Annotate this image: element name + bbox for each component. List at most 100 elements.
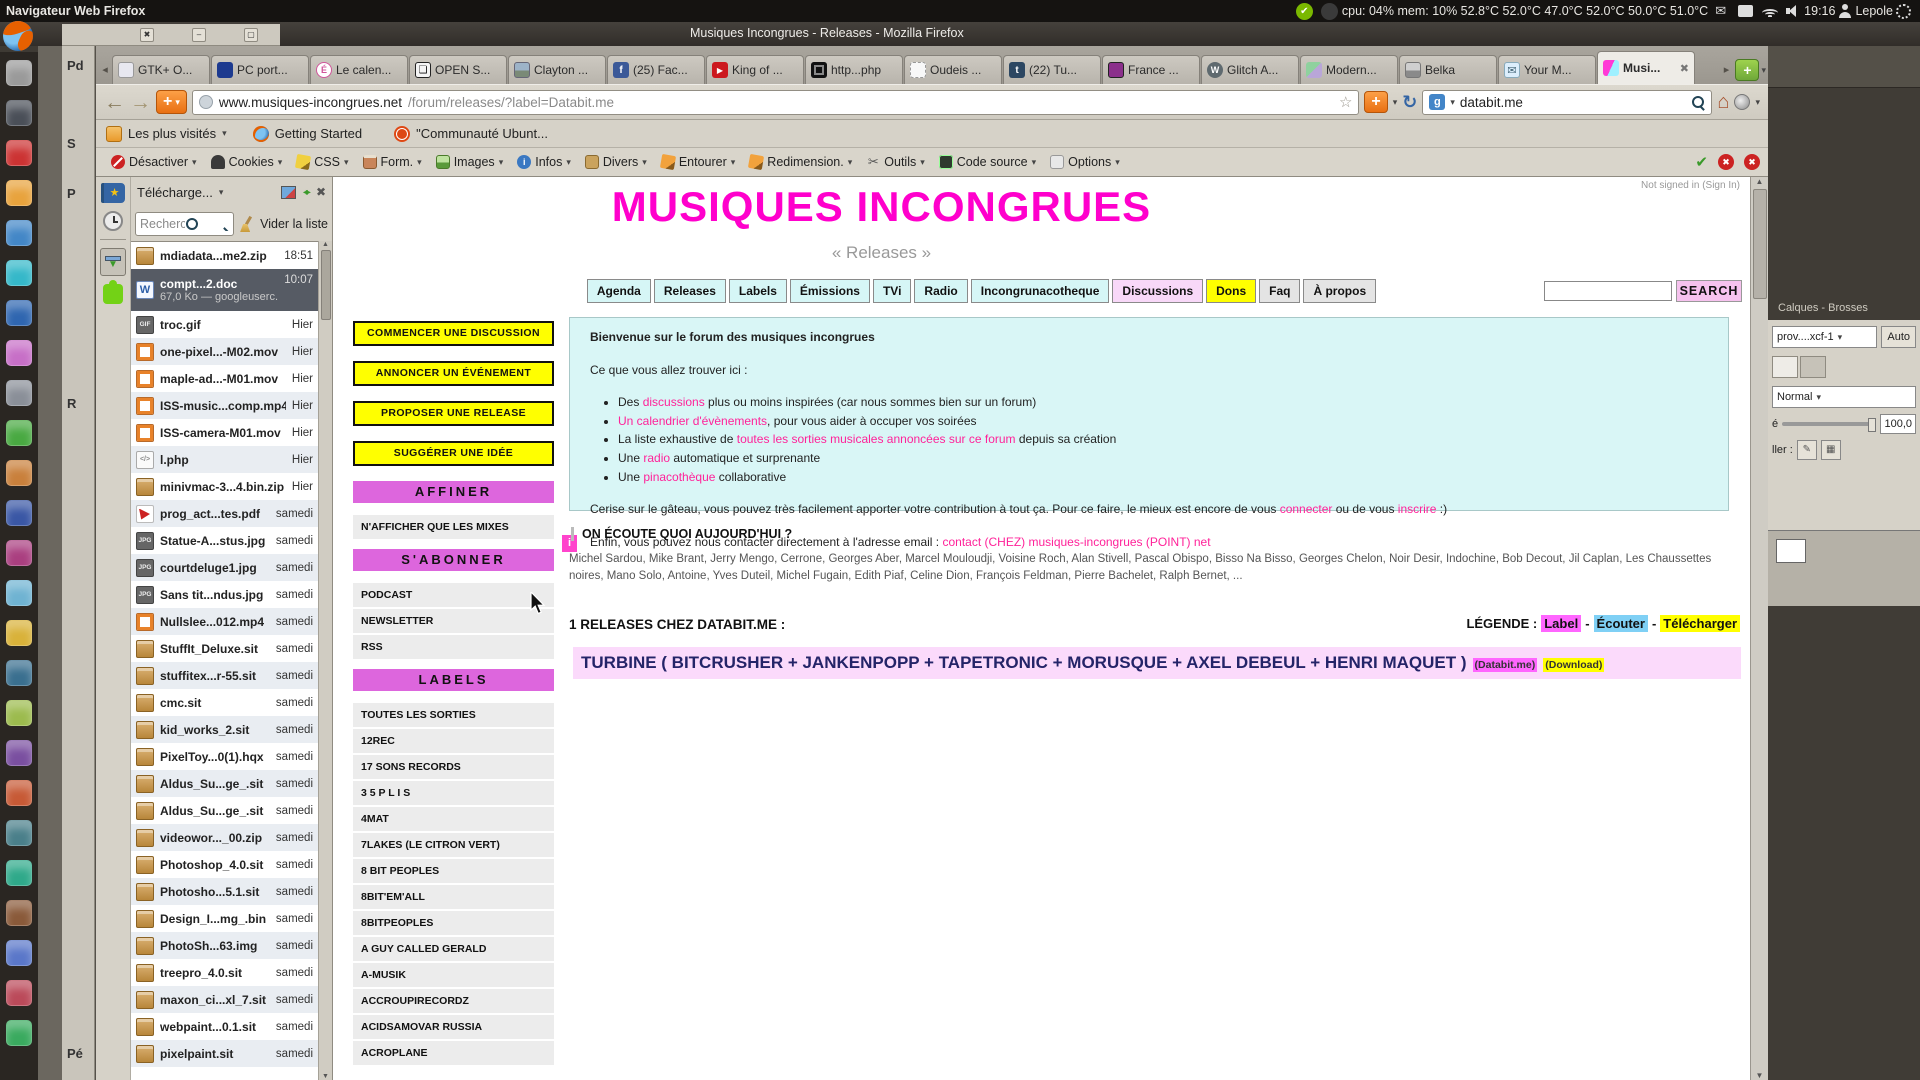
download-item[interactable]: JPG courtdeluge1.jpg samedi [131,554,318,581]
download-item[interactable]: pixelpaint.sit samedi [131,1040,318,1067]
download-item[interactable]: treepro_4.0.sit samedi [131,959,318,986]
downloads-search-input[interactable]: Recherc [135,212,235,236]
gimp-opacity-value[interactable]: 100,0 [1880,414,1916,434]
site-search-button[interactable]: SEARCH [1676,280,1742,302]
valid-check-icon[interactable]: ✔ [1695,153,1708,171]
release-title[interactable]: TURBINE ( BITCRUSHER + JANKENPOPP + TAPE… [581,653,1467,673]
browser-tab[interactable]: http...php [805,55,903,84]
dock-icon[interactable] [6,60,32,86]
page-sidebar-item[interactable]: 17 SONS RECORDS [353,755,554,779]
download-item[interactable]: minivmac-3...4.bin.zip Hier [131,473,318,500]
download-item[interactable]: one-pixel...-M02.mov Hier [131,338,318,365]
page-sidebar-item[interactable]: PODCAST [353,583,554,607]
tab-scroll-left-icon[interactable]: ◂ [98,55,112,83]
scroll-up-icon[interactable]: ▲ [1756,177,1764,186]
download-item[interactable]: maxon_ci...xl_7.sit samedi [131,986,318,1013]
download-item[interactable]: videowor..._00.zip samedi [131,824,318,851]
bookmark-item[interactable]: "Communauté Ubunt... [394,125,554,142]
user-name[interactable]: Lepole [1855,4,1893,18]
site-nav-item[interactable]: Radio [914,279,968,303]
page-sidebar-item[interactable]: S'ABONNER [353,549,554,571]
dock-icon[interactable] [6,980,32,1006]
webdev-menu-item[interactable]: ✂ Outils ▾ [859,154,931,169]
dock-icon[interactable] [6,460,32,486]
welcome-link[interactable]: toutes les sorties musicales annoncées s… [737,432,1016,446]
history-icon[interactable] [103,211,123,231]
bg-minimize-button[interactable]: – [192,27,206,42]
browser-tab[interactable]: ▶ King of ... [706,55,804,84]
webdev-menu-item[interactable]: Images ▾ [429,155,511,169]
page-sidebar-item[interactable]: 8 BIT PEOPLES [353,859,554,883]
site-search-input[interactable] [1544,281,1672,301]
page-sidebar-item[interactable]: 7LAKES (LE CITRON VERT) [353,833,554,857]
bookmark-item[interactable]: Les plus visités ▾ [106,125,227,142]
page-sidebar-item[interactable]: COMMENCER UNE DISCUSSION [353,321,554,346]
close-sidebar-icon[interactable]: ✖ [316,185,326,199]
gimp-image-select[interactable]: prov....xcf-1 ▾ [1772,326,1878,348]
back-button[interactable]: ← [104,92,125,113]
welcome-link[interactable]: Un calendrier d'évènements [618,414,767,428]
dock-icon[interactable] [6,300,32,326]
gimp-lock-alpha-icon[interactable]: ▦ [1820,440,1841,460]
bookmark-menu-caret-icon[interactable]: ▾ [1393,97,1398,108]
browser-tab[interactable]: ✉ Your M... [1498,55,1596,84]
browser-tab[interactable]: t (22) Tu... [1003,55,1101,84]
scroll-down-icon[interactable]: ▼ [322,1073,329,1080]
page-sidebar-item[interactable]: ACIDSAMOVAR RUSSIA [353,1015,554,1039]
download-item[interactable]: kid_works_2.sit samedi [131,716,318,743]
download-item[interactable]: ISS-music...comp.mp4 Hier [131,392,318,419]
page-sidebar-item[interactable]: ACROPLANE [353,1041,554,1065]
page-sidebar-item[interactable]: AFFINER [353,481,554,503]
webdev-menu-item[interactable]: Divers ▾ [578,155,654,169]
dock-icon[interactable] [6,1020,32,1046]
new-tab-button[interactable]: + [1735,59,1760,81]
register-link[interactable]: inscrire [1398,502,1437,516]
dock-icon[interactable] [6,420,32,446]
webdev-menu-item[interactable]: Form. ▾ [356,155,429,169]
window-titlebar[interactable]: Musiques Incongrues - Releases - Mozilla… [0,22,1920,46]
dock-icon[interactable] [6,100,32,126]
dock-icon[interactable] [6,180,32,206]
browser-tab[interactable]: f (25) Fac... [607,55,705,84]
user-icon[interactable] [1838,4,1852,18]
webdev-menu-item[interactable]: Cookies ▾ [204,155,290,169]
contact-link[interactable]: contact (CHEZ) musiques-incongrues (POIN… [942,535,1210,549]
site-nav-item[interactable]: Agenda [586,279,651,303]
search-engine-caret-icon[interactable]: ▾ [1450,97,1455,108]
dock-icon[interactable] [6,940,32,966]
download-item[interactable]: Photoshop_4.0.sit samedi [131,851,318,878]
mail-icon[interactable]: ✉ [1712,3,1729,20]
gimp-layer-thumbnail[interactable] [1776,539,1806,563]
download-item[interactable]: </> l.php Hier [131,446,318,473]
download-item[interactable]: W compt...2.doc 67,0 Ko — googleuserc...… [131,269,318,311]
welcome-link[interactable]: discussions [643,395,705,409]
download-item[interactable]: PixelToy...0(1).hqx samedi [131,743,318,770]
scroll-up-icon[interactable]: ▲ [322,241,329,248]
dock-icon[interactable] [6,260,32,286]
site-nav-item[interactable]: Discussions [1112,279,1204,303]
dock-icon[interactable] [6,660,32,686]
list-all-tabs-icon[interactable]: ▾ [1761,65,1766,76]
page-sidebar-item[interactable]: ANNONCER UN ÉVÉNEMENT [353,361,554,386]
page-sidebar-item[interactable]: A-MUSIK [353,963,554,987]
url-bar[interactable]: www.musiques-incongrues.net /forum/relea… [191,89,1360,115]
search-go-icon[interactable] [1691,95,1705,109]
home-icon[interactable]: ⌂ [1717,91,1729,114]
forward-button[interactable]: → [130,92,151,113]
error-icon[interactable]: ✖ [1718,154,1734,170]
page-sidebar-item[interactable]: N'AFFICHER QUE LES MIXES [353,515,554,539]
signin-status[interactable]: Not signed in (Sign In) [1641,180,1740,191]
download-item[interactable]: Aldus_Su...ge_.sit samedi [131,770,318,797]
download-item[interactable]: stuffitex...r-55.sit samedi [131,662,318,689]
page-sidebar-item[interactable]: RSS [353,635,554,659]
download-item[interactable]: ISS-camera-M01.mov Hier [131,419,318,446]
browser-tab[interactable]: W Glitch A... [1201,55,1299,84]
download-item[interactable]: maple-ad...-M01.mov Hier [131,365,318,392]
page-sidebar-item[interactable]: 12REC [353,729,554,753]
bookmark-star-icon[interactable]: ☆ [1339,93,1352,111]
download-item[interactable]: Aldus_Su...ge_.sit samedi [131,797,318,824]
bg-close-button[interactable]: ✖ [140,27,154,42]
page-sidebar-item[interactable]: 8BIT'EM'ALL [353,885,554,909]
scrollbar-thumb[interactable] [1752,189,1767,299]
site-nav-item[interactable]: Labels [728,279,787,303]
